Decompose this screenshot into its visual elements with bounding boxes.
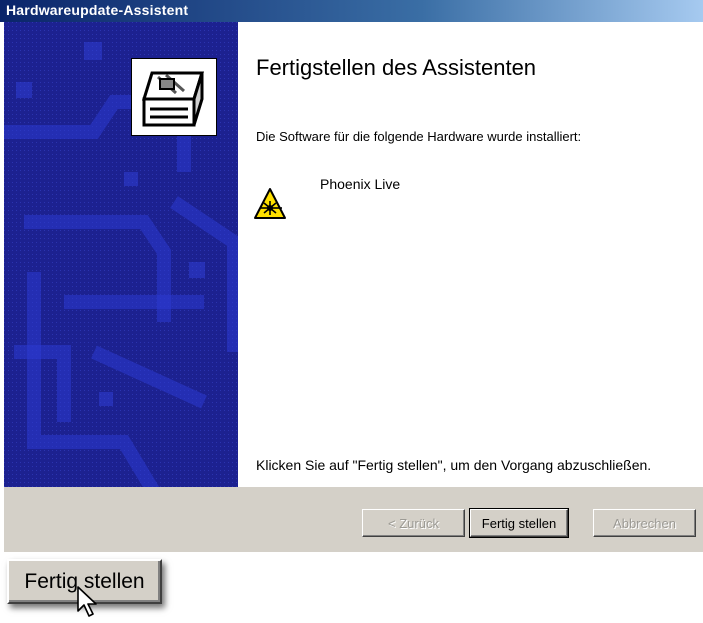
arrow-cursor-icon — [76, 586, 98, 623]
device-name: Phoenix Live — [320, 176, 401, 192]
hardware-card-icon — [131, 58, 217, 136]
button-bar: < Zurück Fertig stellen Abbrechen — [4, 487, 703, 552]
finish-instruction: Klicken Sie auf "Fertig stellen", um den… — [256, 457, 652, 473]
window-title: Hardwareupdate-Assistent — [6, 2, 189, 18]
page-title: Fertigstellen des Assistenten — [256, 55, 537, 80]
title-bar: Hardwareupdate-Assistent — [0, 0, 703, 22]
installed-description: Die Software für die folgende Hardware w… — [256, 129, 582, 144]
wizard-side-graphic — [4, 22, 238, 487]
back-button[interactable]: < Zurück — [362, 509, 465, 537]
wizard-content: Fertigstellen des Assistenten Die Softwa… — [238, 22, 703, 487]
laser-warning-icon — [253, 187, 287, 221]
cancel-button[interactable]: Abbrechen — [593, 509, 696, 537]
finish-button[interactable]: Fertig stellen — [469, 508, 569, 538]
